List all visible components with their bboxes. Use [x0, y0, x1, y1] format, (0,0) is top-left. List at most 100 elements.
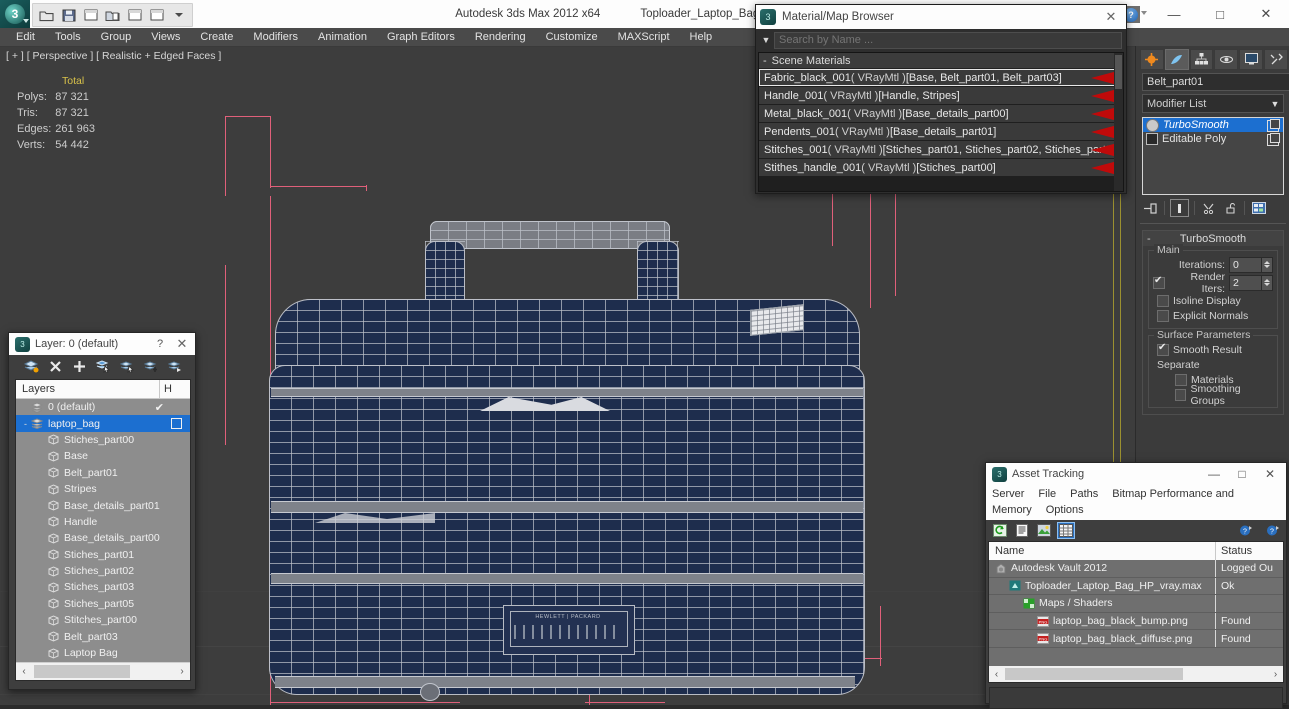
checkbox[interactable] [1157, 294, 1169, 307]
add-layer-icon[interactable] [71, 359, 87, 373]
menu-item-graph-editors[interactable]: Graph Editors [377, 28, 465, 46]
layer-row[interactable]: Belt_part03 [16, 628, 190, 644]
spinner[interactable]: 2 [1229, 274, 1273, 291]
layer-row[interactable]: Stiches_part05 [16, 596, 190, 612]
menu-item-help[interactable]: Help [680, 28, 723, 46]
layer-row[interactable]: - laptop_bag [16, 415, 190, 432]
layer-row[interactable]: Base_details_part00 [16, 530, 190, 546]
layer-toolbar[interactable] [9, 355, 195, 377]
asset-minimize-button[interactable]: — [1200, 467, 1228, 481]
make-unique-icon[interactable] [1200, 200, 1217, 216]
asset-menu-file[interactable]: File [1038, 488, 1056, 500]
status-column-header[interactable]: Status [1216, 545, 1283, 557]
modify-tab-icon[interactable] [1164, 48, 1189, 70]
chevron-down-icon[interactable]: ▼ [1267, 99, 1283, 109]
layer-row[interactable]: Laptop Bag [16, 645, 190, 661]
layer-row[interactable]: Stripes [16, 481, 190, 497]
layer-dialog-close-button[interactable]: ✕ [171, 336, 193, 352]
quick-access-toolbar[interactable] [32, 3, 193, 27]
menu-item-maxscript[interactable]: MAXScript [608, 28, 680, 46]
layer-row[interactable]: Stiches_part00 [16, 432, 190, 448]
refresh-icon[interactable] [992, 523, 1008, 538]
checkbox-row[interactable]: Smoothing Groups [1153, 383, 1273, 407]
menu-item-group[interactable]: Group [91, 28, 142, 46]
minimize-button[interactable]: — [1151, 0, 1197, 28]
material-preview-swatch[interactable] [1081, 159, 1117, 176]
motion-tab-icon[interactable] [1214, 48, 1239, 70]
pin-stack-icon[interactable] [1142, 200, 1159, 216]
modifier-list-dropdown[interactable]: Modifier List ▼ [1142, 94, 1284, 113]
layer-expander-icon[interactable]: - [20, 419, 31, 429]
object-name-row[interactable] [1142, 72, 1289, 91]
material-preview-swatch[interactable] [1081, 87, 1117, 104]
scroll-right-icon[interactable]: › [1268, 669, 1283, 680]
layer-dialog-help-button[interactable]: ? [149, 338, 171, 350]
modifier-stack-row[interactable]: Editable Poly [1143, 132, 1283, 146]
material-preview-swatch[interactable] [1081, 141, 1117, 158]
undo-icon[interactable] [81, 7, 100, 24]
layer-row[interactable]: Handle [16, 514, 190, 530]
material-list-panel[interactable]: - Scene Materials Fabric_black_001 ( VRa… [758, 52, 1124, 192]
spinner-arrows[interactable] [1262, 274, 1273, 291]
search-options-dropdown-icon[interactable]: ▼ [758, 35, 774, 45]
asset-row[interactable]: Autodesk Vault 2012 Logged Ou [989, 560, 1283, 578]
layer-list-panel[interactable]: Layers H 0 (default) ✔ - laptop_bag Stiches_… [15, 379, 191, 681]
delete-layer-icon[interactable] [47, 359, 63, 373]
checkbox[interactable] [1157, 342, 1169, 356]
material-preview-swatch[interactable] [1081, 69, 1117, 86]
material-browser-search-row[interactable]: ▼ [756, 29, 1126, 51]
group-expander-icon[interactable]: - [763, 55, 767, 67]
app-logo-icon[interactable]: 3 [0, 0, 30, 28]
show-end-result-icon[interactable] [1170, 199, 1189, 217]
help-dropdown-icon[interactable] [1141, 11, 1147, 15]
layer-column-header[interactable]: Layers [16, 383, 159, 395]
asset-row[interactable]: Toploader_Laptop_Bag_HP_vray.max Ok [989, 577, 1283, 596]
modifier-stack-row[interactable]: TurboSmooth [1143, 118, 1283, 132]
checkbox[interactable] [1153, 275, 1165, 289]
spinner-arrows[interactable] [1262, 256, 1273, 273]
close-button[interactable]: ✕ [1243, 0, 1289, 28]
menu-item-rendering[interactable]: Rendering [465, 28, 536, 46]
customize-dropdown-icon[interactable] [169, 7, 188, 24]
spinner[interactable]: 0 [1229, 256, 1273, 273]
material-browser-close-button[interactable]: ✕ [1100, 9, 1122, 25]
layer-row[interactable]: Base_details_part01 [16, 497, 190, 513]
asset-menu-options[interactable]: Options [1046, 504, 1084, 516]
layer-row[interactable]: 0 (default) ✔ [16, 399, 190, 415]
search-input[interactable] [774, 31, 1122, 49]
material-preview-swatch[interactable] [1081, 105, 1117, 122]
asset-menu-server[interactable]: Server [992, 488, 1024, 500]
asset-menu-paths[interactable]: Paths [1070, 488, 1098, 500]
material-row[interactable]: Stitches_001 ( VRayMtl ) [Stiches_part01… [759, 141, 1123, 158]
maximize-button[interactable]: □ [1197, 0, 1243, 28]
layer-row[interactable]: Stiches_part01 [16, 547, 190, 563]
asset-close-button[interactable]: ✕ [1256, 467, 1284, 481]
configure-modifier-sets-icon[interactable] [1250, 200, 1267, 216]
asset-tracking-window[interactable]: 3 Asset Tracking — □ ✕ Server File Paths Bi… [985, 462, 1287, 709]
layer-row[interactable]: Belt_part01 [16, 465, 190, 481]
turbosmooth-rollout[interactable]: - TurboSmooth Main Iterations: 0Render Ite… [1142, 230, 1284, 415]
grid-view-icon[interactable] [1057, 521, 1075, 539]
menu-item-views[interactable]: Views [141, 28, 190, 46]
new-icon[interactable] [125, 7, 144, 24]
material-row[interactable]: Metal_black_001 ( VRayMtl ) [Base_detail… [759, 105, 1123, 122]
material-row[interactable]: Stithes_handle_001 ( VRayMtl ) [Stiches_… [759, 159, 1123, 176]
asset-row[interactable]: PNG laptop_bag_black_diffuse.png Found [989, 630, 1283, 648]
scene-materials-group-header[interactable]: - Scene Materials [759, 53, 1123, 69]
save-icon[interactable] [59, 7, 78, 24]
hide-layer-checkbox[interactable] [171, 418, 182, 430]
layer-row[interactable]: Stiches_part02 [16, 563, 190, 579]
select-highlighted-icon[interactable] [119, 359, 135, 373]
checkbox-row[interactable]: Smooth Result [1153, 342, 1273, 357]
help-icon[interactable]: ? [1238, 523, 1254, 538]
set-current-icon[interactable] [167, 359, 183, 373]
spinner-value[interactable]: 2 [1229, 274, 1262, 291]
open-icon[interactable] [37, 7, 56, 24]
menu-item-customize[interactable]: Customize [536, 28, 608, 46]
scroll-left-icon[interactable]: ‹ [989, 669, 1004, 680]
object-name-input[interactable] [1142, 72, 1289, 91]
square-icon[interactable] [1146, 133, 1158, 145]
asset-tracking-menu-bar[interactable]: Server File Paths Bitmap Performance and Me… [986, 485, 1286, 520]
window-controls[interactable]: — □ ✕ [1151, 0, 1289, 28]
bitmap-view-icon[interactable] [1036, 523, 1052, 538]
